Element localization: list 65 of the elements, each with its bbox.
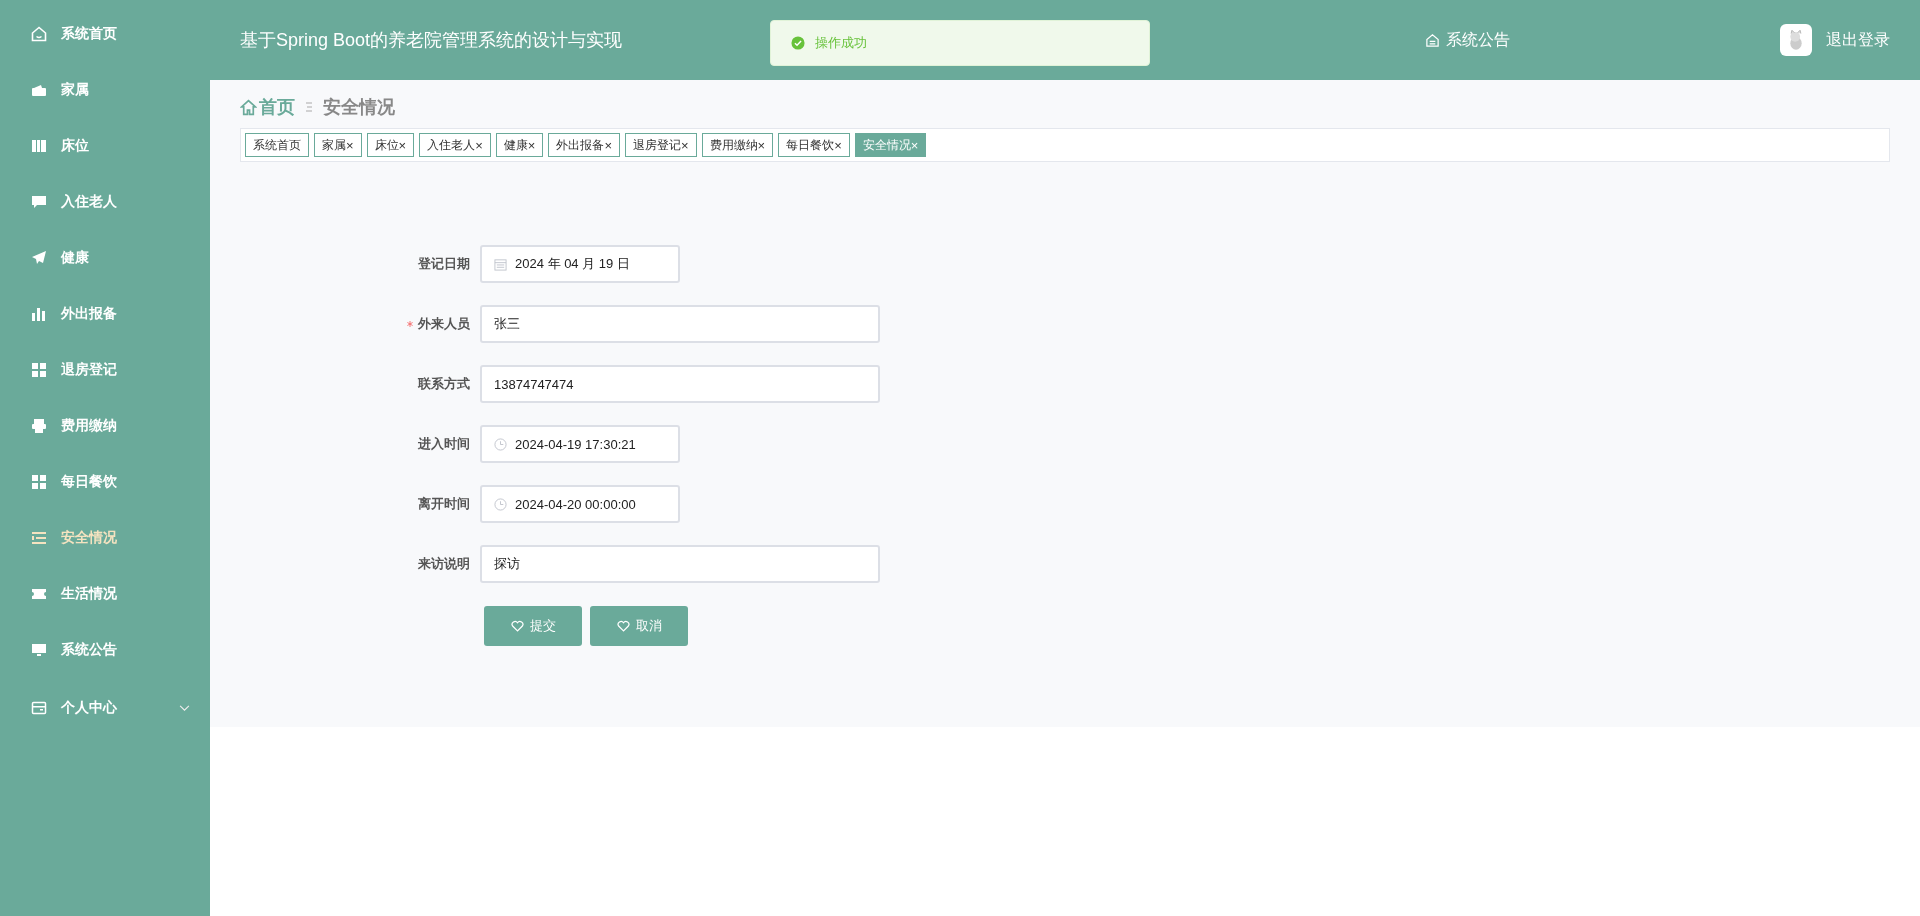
close-tab-button[interactable]: × bbox=[757, 137, 766, 153]
clock-icon bbox=[494, 437, 507, 451]
date-field[interactable]: 2024 年 04 月 19 日 bbox=[480, 245, 680, 283]
close-tab-button[interactable]: × bbox=[604, 137, 612, 153]
tab-label: 床位 bbox=[374, 136, 399, 154]
calendar-icon bbox=[494, 257, 507, 271]
input-field[interactable]: 张三 bbox=[480, 305, 880, 343]
close-tab-button[interactable]: × bbox=[680, 137, 689, 153]
page-tab[interactable]: 健康× bbox=[495, 133, 544, 157]
close-tab-button[interactable]: × bbox=[527, 137, 536, 153]
page-tab[interactable]: 床位× bbox=[366, 133, 415, 157]
close-tab-button[interactable]: × bbox=[475, 137, 483, 153]
page-tab[interactable]: 退房登记× bbox=[624, 133, 697, 157]
chat-bubble-icon bbox=[31, 194, 47, 210]
field-label: 联系方式 bbox=[418, 375, 470, 393]
heart-icon bbox=[510, 620, 524, 632]
tab-label: 入住老人 bbox=[427, 136, 476, 154]
close-tab-button[interactable]: × bbox=[346, 137, 354, 153]
printer-icon bbox=[31, 418, 47, 434]
field-label: 进入时间 bbox=[418, 435, 470, 453]
tab-label: 系统首页 bbox=[253, 136, 301, 154]
check-circle-icon bbox=[791, 36, 805, 50]
grid-icon bbox=[31, 362, 47, 378]
close-tab-button[interactable]: × bbox=[834, 137, 842, 153]
field-label: 登记日期 bbox=[418, 255, 470, 273]
separator-icon bbox=[305, 101, 313, 113]
page-tab[interactable]: 每日餐饮× bbox=[778, 133, 850, 157]
breadcrumb-current: 安全情况 bbox=[323, 96, 395, 119]
home-icon bbox=[240, 98, 257, 116]
book-icon bbox=[31, 138, 47, 154]
tab-label: 外出报备 bbox=[556, 136, 605, 154]
page-tab[interactable]: 入住老人× bbox=[419, 133, 491, 157]
datetime-field[interactable]: 2024-04-19 17:30:21 bbox=[480, 425, 680, 463]
page-tab[interactable]: 费用缴纳× bbox=[701, 133, 774, 157]
list-icon bbox=[31, 530, 47, 546]
field-label: 来访说明 bbox=[418, 555, 470, 573]
app-title: 基于Spring Boot的养老院管理系统的设计与实现 bbox=[240, 29, 623, 52]
input-field[interactable]: 13874747474 bbox=[480, 365, 880, 403]
heart-icon bbox=[616, 620, 630, 632]
tab-label: 每日餐饮 bbox=[786, 136, 835, 154]
paper-plane-icon bbox=[31, 250, 47, 266]
toast-message: 操作成功 bbox=[815, 34, 867, 52]
home-icon bbox=[31, 26, 47, 42]
close-tab-button[interactable]: × bbox=[398, 137, 407, 153]
input-field[interactable]: 探访 bbox=[480, 545, 880, 583]
tab-label: 退房登记 bbox=[632, 136, 681, 154]
avatar[interactable] bbox=[1780, 24, 1812, 56]
monitor-icon bbox=[31, 642, 47, 658]
page-tab[interactable]: 系统首页 bbox=[245, 133, 309, 157]
clock-icon bbox=[494, 497, 507, 511]
ticket-icon bbox=[31, 586, 47, 602]
field-label: 外来人员 bbox=[418, 315, 470, 333]
page-tab[interactable]: 外出报备× bbox=[548, 133, 620, 157]
tab-label: 安全情况 bbox=[862, 136, 911, 154]
grid-icon bbox=[31, 474, 47, 490]
tab-label: 费用缴纳 bbox=[709, 136, 758, 154]
page-tab[interactable]: 家属× bbox=[314, 133, 362, 157]
datetime-field[interactable]: 2024-04-20 00:00:00 bbox=[480, 485, 680, 523]
tab-label: 健康 bbox=[503, 136, 528, 154]
bar-chart-icon bbox=[31, 306, 47, 322]
tab-label: 家属 bbox=[322, 136, 346, 154]
card-icon bbox=[31, 700, 47, 716]
wallet-icon bbox=[31, 82, 47, 98]
field-label: 离开时间 bbox=[418, 495, 470, 513]
notice-icon bbox=[1425, 32, 1440, 48]
